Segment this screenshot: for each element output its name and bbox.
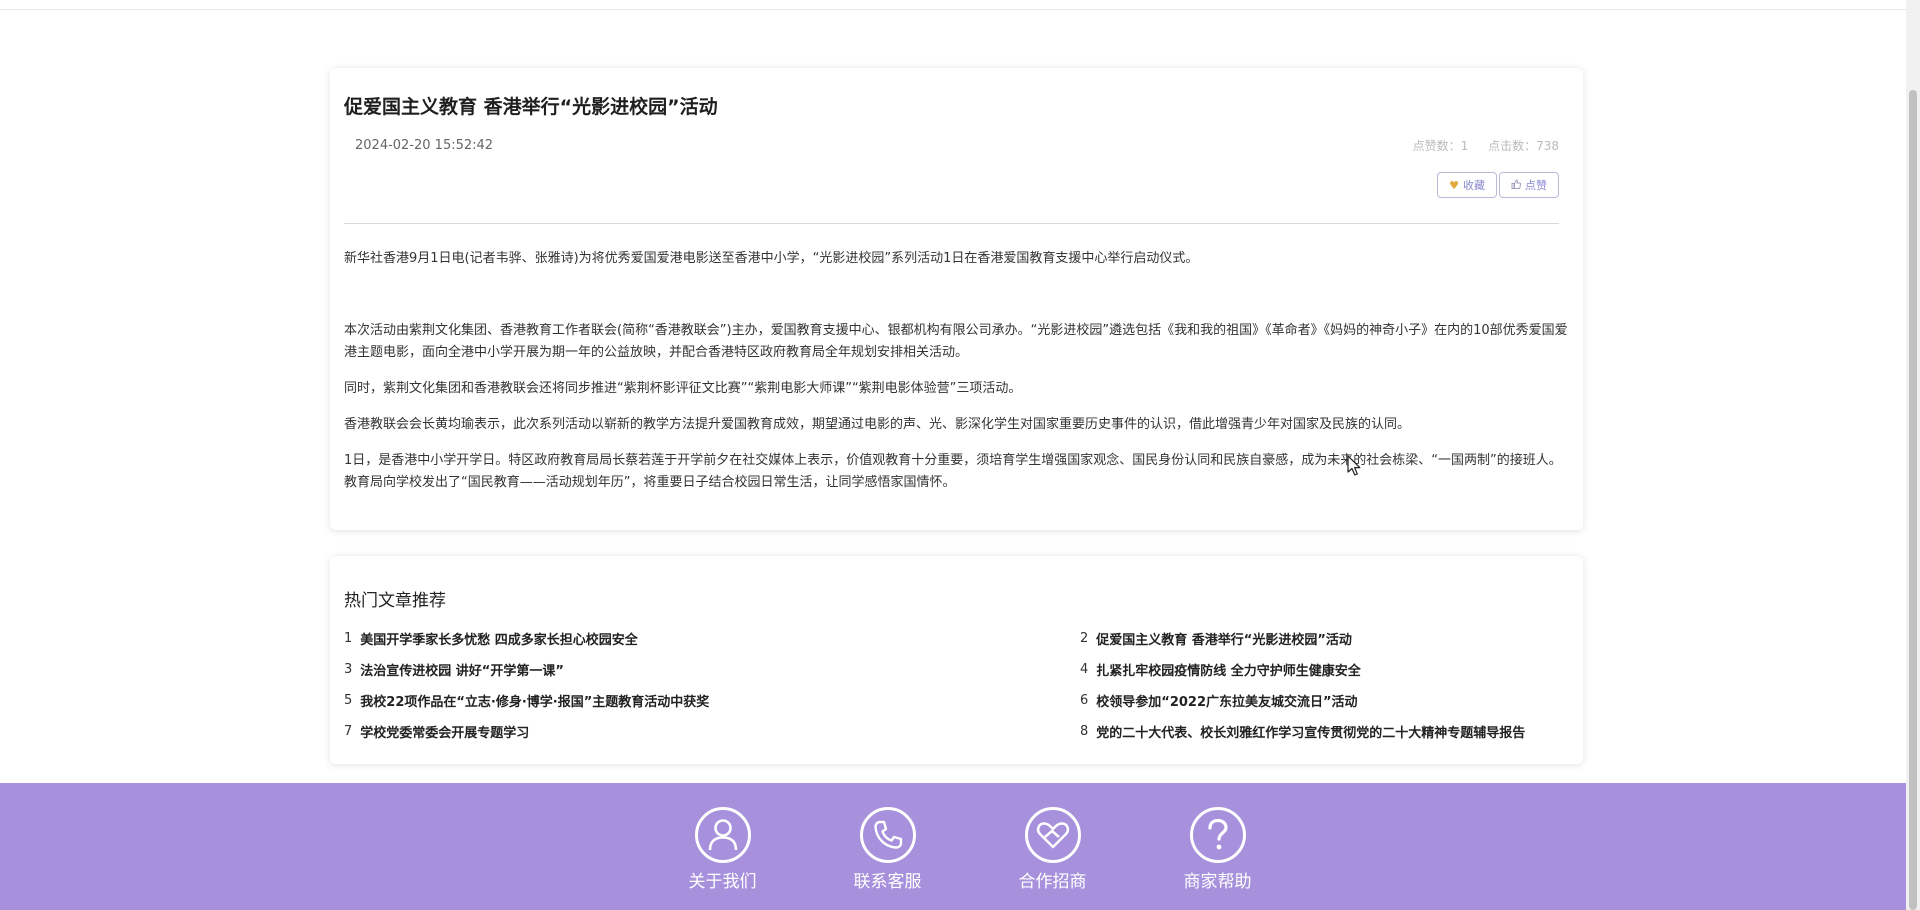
list-number: 3	[344, 662, 353, 677]
hot-articles-list: 1 美国开学季家长多忧愁 四成多家长担心校园安全 2 促爱国主义教育 香港举行“…	[344, 628, 1564, 742]
hot-article-title: 扎紧扎牢校园疫情防线 全力守护师生健康安全	[1096, 664, 1361, 679]
article-paragraph: 香港教联会会长黄均瑜表示，此次系列活动以崭新的教学方法提升爱国教育成效，期望通过…	[344, 417, 1411, 432]
list-number: 5	[344, 693, 353, 708]
hot-articles-title: 热门文章推荐	[344, 591, 446, 611]
footer-item-label: 关于我们	[688, 872, 757, 892]
article-card: 促爱国主义教育 香港举行“光影进校园”活动 2024-02-20 15:52:4…	[330, 68, 1583, 530]
thumbs-up-icon	[1511, 179, 1521, 192]
article-paragraph: 新华社香港9月1日电(记者韦骅、张雅诗)为将优秀爱国爱港电影送至香港中小学，“光…	[344, 251, 1199, 266]
hot-article-title: 学校党委常委会开展专题学习	[360, 726, 530, 741]
scrollbar[interactable]	[1906, 0, 1920, 910]
hot-article-title: 党的二十大代表、校长刘雅红作学习宣传贯彻党的二十大精神专题辅导报告	[1096, 726, 1526, 741]
top-header-bar	[0, 0, 1906, 10]
hot-article-title: 促爱国主义教育 香港举行“光影进校园”活动	[1096, 633, 1352, 648]
footer-business-cooperation[interactable]: 合作招商	[970, 807, 1135, 892]
footer-item-label: 商家帮助	[1183, 872, 1252, 892]
article-paragraph: 1日，是香港中小学开学日。特区政府教育局局长蔡若莲于开学前夕在社交媒体上表示，价…	[344, 453, 1562, 490]
question-icon	[1189, 807, 1246, 863]
phone-icon	[859, 807, 916, 863]
heart-icon: ♥	[1449, 178, 1459, 192]
article-body: 新华社香港9月1日电(记者韦骅、张雅诗)为将优秀爱国爱港电影送至香港中小学，“光…	[344, 248, 1569, 508]
footer-nav: 关于我们 联系客服 合作招商 商家帮助	[640, 807, 1300, 892]
footer-item-label: 联系客服	[853, 872, 922, 892]
hot-article-title: 美国开学季家长多忧愁 四成多家长担心校园安全	[360, 633, 638, 648]
list-number: 7	[344, 724, 353, 739]
hot-article-link[interactable]: 8 党的二十大代表、校长刘雅红作学习宣传贯彻党的二十大精神专题辅导报告	[1080, 721, 1564, 742]
hot-article-title: 法治宣传进校园 讲好“开学第一课”	[360, 664, 564, 679]
list-number: 1	[344, 631, 353, 646]
divider	[344, 223, 1559, 224]
article-actions: ♥ 收藏 点赞	[1437, 172, 1559, 198]
like-button-label: 点赞	[1525, 179, 1547, 192]
article-date: 2024-02-20 15:52:42	[355, 138, 494, 153]
favorite-button[interactable]: ♥ 收藏	[1437, 172, 1497, 198]
scrollbar-thumb[interactable]	[1909, 90, 1917, 910]
user-icon	[694, 807, 751, 863]
likes-count: 点赞数：1	[1412, 139, 1469, 153]
hot-article-link[interactable]: 7 学校党委常委会开展专题学习	[344, 721, 1080, 742]
hot-article-link[interactable]: 3 法治宣传进校园 讲好“开学第一课”	[344, 659, 1080, 680]
footer-about-us[interactable]: 关于我们	[640, 807, 805, 892]
list-number: 8	[1080, 724, 1089, 739]
article-paragraph: 本次活动由紫荆文化集团、香港教育工作者联会(简称“香港教联会”)主办，爱国教育支…	[344, 323, 1568, 360]
hot-article-link[interactable]: 1 美国开学季家长多忧愁 四成多家长担心校园安全	[344, 628, 1080, 649]
footer-merchant-help[interactable]: 商家帮助	[1135, 807, 1300, 892]
hot-article-title: 校领导参加“2022广东拉美友城交流日”活动	[1096, 695, 1358, 710]
footer-item-label: 合作招商	[1018, 872, 1087, 892]
favorite-button-label: 收藏	[1463, 179, 1485, 192]
handshake-heart-icon	[1024, 807, 1081, 863]
hot-article-link[interactable]: 4 扎紧扎牢校园疫情防线 全力守护师生健康安全	[1080, 659, 1564, 680]
article-stats: 点赞数：1 点击数：738	[1397, 137, 1559, 154]
article-paragraph: 同时，紫荆文化集团和香港教联会还将同步推进“紫荆杯影评征文比赛”“紫荆电影大师课…	[344, 381, 1022, 396]
hot-article-link[interactable]: 5 我校22项作品在“立志·修身·博学·报国”主题教育活动中获奖	[344, 690, 1080, 711]
hot-articles-card: 热门文章推荐 1 美国开学季家长多忧愁 四成多家长担心校园安全 2 促爱国主义教…	[330, 556, 1583, 764]
article-title: 促爱国主义教育 香港举行“光影进校园”活动	[344, 96, 718, 118]
mouse-cursor-icon	[1347, 455, 1361, 476]
footer-contact-support[interactable]: 联系客服	[805, 807, 970, 892]
footer: 关于我们 联系客服 合作招商 商家帮助	[0, 783, 1906, 910]
list-number: 4	[1080, 662, 1089, 677]
hot-article-link[interactable]: 2 促爱国主义教育 香港举行“光影进校园”活动	[1080, 628, 1564, 649]
hot-article-link[interactable]: 6 校领导参加“2022广东拉美友城交流日”活动	[1080, 690, 1564, 711]
hot-article-title: 我校22项作品在“立志·修身·博学·报国”主题教育活动中获奖	[360, 695, 710, 710]
list-number: 2	[1080, 631, 1089, 646]
like-button[interactable]: 点赞	[1499, 172, 1559, 198]
list-number: 6	[1080, 693, 1089, 708]
clicks-count: 点击数：738	[1488, 139, 1559, 153]
